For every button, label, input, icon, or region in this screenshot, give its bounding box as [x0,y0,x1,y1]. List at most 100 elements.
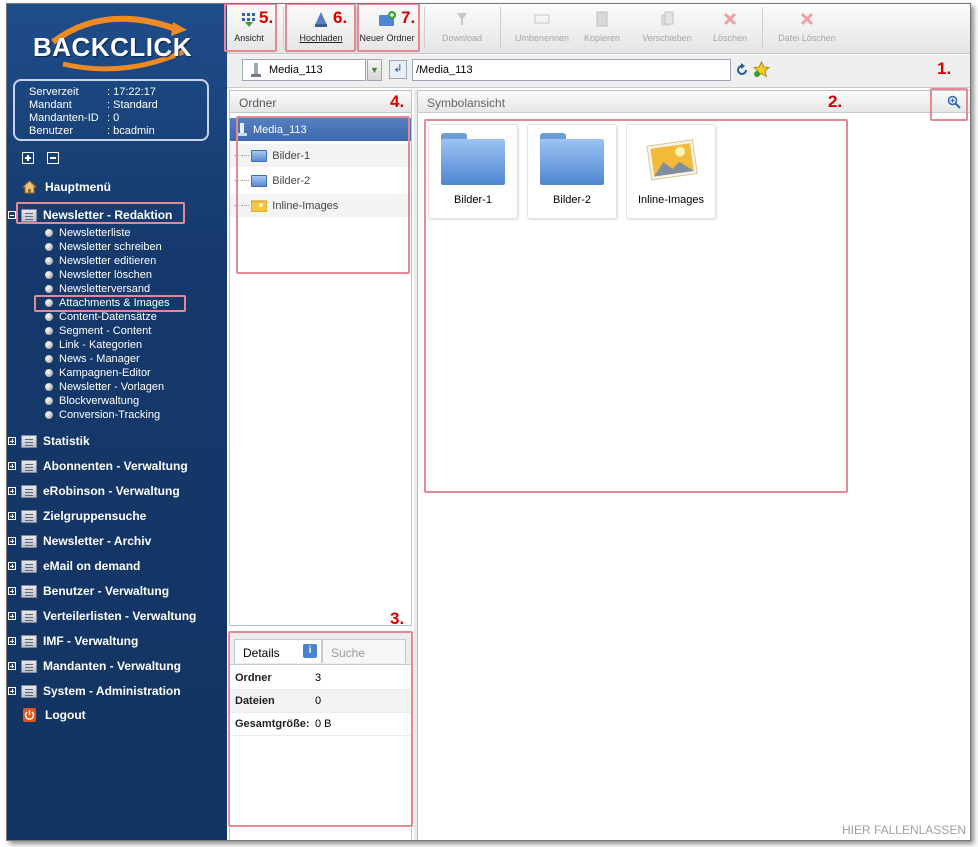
nav-section[interactable]: Benutzer - Verwaltung [7,582,169,600]
submenu-item[interactable]: Content-Datensätze [45,310,157,324]
folder-select-dropdown-button[interactable]: ▼ [367,59,382,81]
folders-pane-header: Ordner [230,91,411,113]
submenu-item-label: Newsletter löschen [59,269,152,281]
submenu-item[interactable]: Segment - Content [45,324,151,338]
path-value: /Media_113 [416,64,473,76]
datei-loeschen-label: Datei Löschen [778,33,836,43]
info-value: : Standard [107,99,158,111]
nav-logout[interactable]: Logout [22,708,86,722]
expand-icon[interactable] [8,687,16,695]
bullet-icon [45,383,53,391]
nav-label: eRobinson - Verwaltung [43,484,180,498]
bullet-icon [45,271,53,279]
expand-icon[interactable] [8,487,16,495]
section-folder-icon [21,584,37,598]
submenu-item-label: Newsletter - Vorlagen [59,381,165,393]
icon-view-title: Symbolansicht [427,96,506,110]
submenu-item[interactable]: Newsletter löschen [45,268,152,282]
folder-up-button[interactable]: ↲ [389,60,407,79]
submenu-item-label: News - Manager [59,353,140,365]
section-folder-icon [21,459,37,473]
nav-label: Verteilerlisten - Verwaltung [43,609,197,623]
bullet-icon [45,285,53,293]
expand-icon[interactable] [8,537,16,545]
nav-label: Hauptmenü [45,180,111,194]
expand-icon[interactable] [8,662,16,670]
drive-icon [251,63,261,77]
details-pane: Details i Suche Ordner 3 Dateien 0 Gesam… [228,631,413,840]
expand-icon[interactable] [8,512,16,520]
path-input[interactable]: /Media_113 [412,59,731,81]
submenu-item[interactable]: Blockverwaltung [45,394,139,408]
nav-section[interactable]: Mandanten - Verwaltung [7,657,181,675]
verschieben-button[interactable]: Verschieben [637,8,697,43]
datei-loeschen-button[interactable]: Datei Löschen [772,8,842,43]
nav-section[interactable]: Verteilerlisten - Verwaltung [7,607,196,625]
nav-label: Zielgruppensuche [43,509,147,523]
nav-hauptmenu[interactable]: Hauptmenü [22,180,111,194]
kopieren-label: Kopieren [583,33,621,43]
expand-icon[interactable] [8,612,16,620]
kopieren-button[interactable]: Kopieren [577,8,627,43]
collapse-icon[interactable] [8,211,16,219]
sidebar: BACKCLICK Serverzeit: 17:22:17 Mandant: … [7,4,227,840]
nav-section[interactable]: Abonnenten - Verwaltung [7,457,188,475]
nav-label: Newsletter - Archiv [43,534,152,548]
backclick-logo[interactable]: BACKCLICK [23,12,213,74]
delete-icon [722,11,738,27]
expand-all-icon[interactable] [22,152,34,164]
folder-select-value: Media_113 [269,64,323,76]
expand-icon[interactable] [8,437,16,445]
download-button[interactable]: Download [437,8,487,43]
submenu-item[interactable]: Link - Kategorien [45,338,142,352]
icon-view-pane: Symbolansicht Bilder-1 Bilder-2 Inline-I… [417,88,970,840]
submenu-item[interactable]: Conversion-Tracking [45,408,160,422]
folders-pane: Ordner Media_113 + Bilder-1 + Bilder-2 +… [229,90,412,626]
nav-section[interactable]: Zielgruppensuche [7,507,146,525]
nav-section[interactable]: eMail on demand [7,557,140,575]
highlight-icon-view [424,119,848,493]
collapse-all-icon[interactable] [47,152,59,164]
submenu-item[interactable]: Newsletterversand [45,282,150,296]
submenu-item[interactable]: Newsletter editieren [45,254,156,268]
annotation-6: 6. [333,8,348,27]
download-icon [454,11,470,27]
folders-pane-title: Ordner [239,96,277,110]
section-folder-icon [21,634,37,648]
annotation-2: 2. [828,92,843,111]
folder-select[interactable]: Media_113 [242,59,366,81]
download-label: Download [441,33,483,43]
submenu-item[interactable]: Newsletter schreiben [45,240,162,254]
loeschen-button[interactable]: Löschen [705,8,755,43]
submenu-item[interactable]: Newsletterliste [45,226,131,240]
tree-controls [22,152,59,164]
nav-section[interactable]: Statistik [7,432,90,450]
bullet-icon [45,313,53,321]
expand-icon[interactable] [8,637,16,645]
bullet-icon [45,369,53,377]
verschieben-label: Verschieben [642,33,692,43]
expand-icon[interactable] [8,462,16,470]
bookmark-star-icon[interactable] [753,61,770,78]
nav-section[interactable]: Newsletter - Archiv [7,532,151,550]
logout-icon [23,708,36,722]
server-info-box: Serverzeit: 17:22:17 Mandant: Standard M… [13,79,209,141]
info-key: Benutzer [29,125,74,137]
umbenennen-label: Umbenennen [514,33,570,43]
info-value: : 17:22:17 [107,86,156,98]
submenu-item-label: Content-Datensätze [59,311,157,323]
refresh-icon[interactable] [735,63,749,77]
expand-icon[interactable] [8,562,16,570]
bullet-icon [45,411,53,419]
expand-icon[interactable] [8,587,16,595]
bullet-icon [45,257,53,265]
nav-section[interactable]: System - Administration [7,682,181,700]
submenu-item[interactable]: Newsletter - Vorlagen [45,380,164,394]
submenu-item[interactable]: Kampagnen-Editor [45,366,151,380]
nav-section[interactable]: IMF - Verwaltung [7,632,138,650]
umbenennen-button[interactable]: Umbenennen [512,8,572,43]
submenu-item[interactable]: News - Manager [45,352,140,366]
section-folder-icon [21,559,37,573]
nav-section[interactable]: eRobinson - Verwaltung [7,482,180,500]
nav-label: IMF - Verwaltung [43,634,139,648]
